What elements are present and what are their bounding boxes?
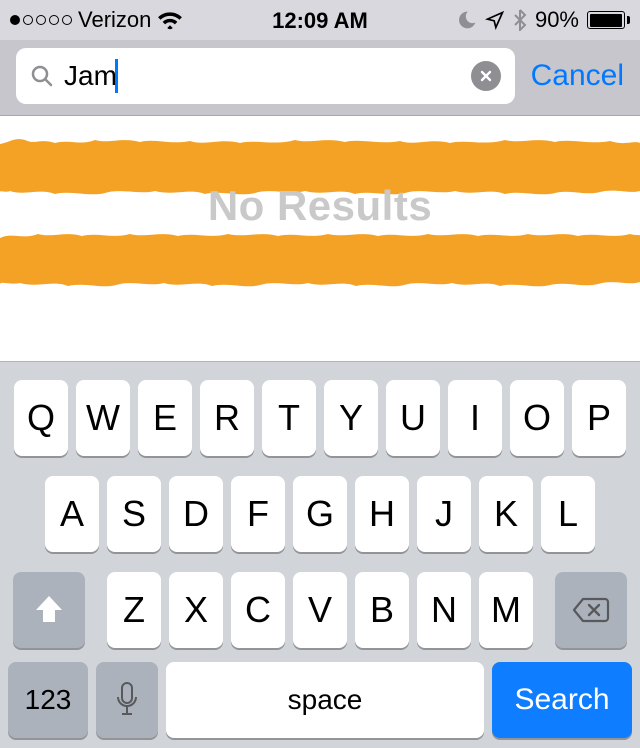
key-z[interactable]: Z (107, 572, 161, 648)
key-h[interactable]: H (355, 476, 409, 552)
results-area: No Results (0, 116, 640, 361)
key-p[interactable]: P (572, 380, 626, 456)
clock: 12:09 AM (272, 8, 368, 34)
do-not-disturb-icon (457, 10, 477, 30)
bluetooth-icon (513, 9, 527, 31)
keyboard-row-3: ZXCVBNM (8, 572, 632, 648)
space-key[interactable]: space (166, 662, 484, 738)
cancel-button[interactable]: Cancel (531, 59, 624, 93)
key-w[interactable]: W (76, 380, 130, 456)
key-e[interactable]: E (138, 380, 192, 456)
search-bar: Jam Cancel (0, 40, 640, 116)
key-s[interactable]: S (107, 476, 161, 552)
symbols-key[interactable]: 123 (8, 662, 88, 738)
key-r[interactable]: R (200, 380, 254, 456)
keyboard-row-1: QWERTYUIOP (8, 380, 632, 456)
signal-dot (49, 15, 59, 25)
key-j[interactable]: J (417, 476, 471, 552)
key-m[interactable]: M (479, 572, 533, 648)
signal-dot (10, 15, 20, 25)
no-results-label: No Results (0, 182, 640, 230)
key-d[interactable]: D (169, 476, 223, 552)
keyboard: QWERTYUIOP ASDFGHJKL ZXCVBNM 123 space S… (0, 361, 640, 748)
key-u[interactable]: U (386, 380, 440, 456)
status-left: Verizon (10, 7, 183, 33)
key-o[interactable]: O (510, 380, 564, 456)
key-q[interactable]: Q (14, 380, 68, 456)
carrier-label: Verizon (78, 7, 151, 33)
signal-dot (36, 15, 46, 25)
key-k[interactable]: K (479, 476, 533, 552)
status-right: 90% (457, 7, 630, 33)
backspace-key[interactable] (555, 572, 627, 648)
clear-search-button[interactable] (471, 61, 501, 91)
key-g[interactable]: G (293, 476, 347, 552)
wifi-icon (157, 10, 183, 30)
search-field[interactable]: Jam (16, 48, 515, 104)
key-x[interactable]: X (169, 572, 223, 648)
key-a[interactable]: A (45, 476, 99, 552)
key-i[interactable]: I (448, 380, 502, 456)
text-cursor (115, 59, 118, 93)
key-f[interactable]: F (231, 476, 285, 552)
waveform-decoration (0, 226, 640, 292)
key-v[interactable]: V (293, 572, 347, 648)
key-n[interactable]: N (417, 572, 471, 648)
battery-percent: 90% (535, 7, 579, 33)
signal-dots (10, 15, 72, 25)
battery-icon (587, 11, 630, 29)
search-action-key[interactable]: Search (492, 662, 632, 738)
key-b[interactable]: B (355, 572, 409, 648)
key-t[interactable]: T (262, 380, 316, 456)
status-bar: Verizon 12:09 AM 90% (0, 0, 640, 40)
shift-key[interactable] (13, 572, 85, 648)
search-icon (30, 64, 54, 88)
search-input[interactable]: Jam (64, 60, 117, 92)
key-l[interactable]: L (541, 476, 595, 552)
keyboard-row-bottom: 123 space Search (8, 662, 632, 738)
key-y[interactable]: Y (324, 380, 378, 456)
keyboard-row-2: ASDFGHJKL (8, 476, 632, 552)
location-icon (485, 10, 505, 30)
dictation-key[interactable] (96, 662, 158, 738)
key-c[interactable]: C (231, 572, 285, 648)
signal-dot (62, 15, 72, 25)
signal-dot (23, 15, 33, 25)
